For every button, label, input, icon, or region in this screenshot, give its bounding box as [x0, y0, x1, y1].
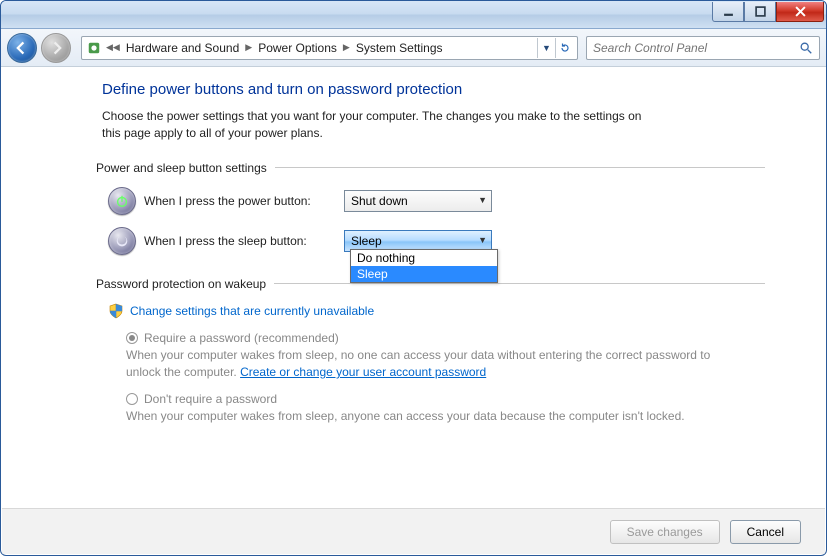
- power-icon: [108, 187, 136, 215]
- chevron-down-icon: ▼: [478, 235, 487, 245]
- power-button-select[interactable]: Shut down ▼: [344, 190, 492, 212]
- maximize-button[interactable]: [744, 2, 776, 22]
- sleep-button-row: When I press the sleep button: Sleep ▼ D…: [108, 227, 765, 255]
- dont-require-password-option: Don't require a password When your compu…: [126, 392, 716, 425]
- require-password-label: Require a password (recommended): [144, 331, 339, 345]
- breadcrumb-system-settings[interactable]: System Settings: [354, 39, 445, 57]
- shield-icon: [108, 303, 124, 319]
- window-control-buttons: [712, 2, 824, 28]
- chevron-down-icon: ▼: [478, 195, 487, 205]
- forward-button[interactable]: [41, 33, 71, 63]
- back-button[interactable]: [7, 33, 37, 63]
- cancel-button[interactable]: Cancel: [730, 520, 801, 544]
- section-title: Password protection on wakeup: [96, 277, 266, 291]
- breadcrumb-chevron-icon: ▶: [243, 42, 254, 53]
- search-icon: [799, 41, 813, 55]
- search-input[interactable]: [593, 41, 799, 55]
- dont-require-password-body: When your computer wakes from sleep, any…: [126, 408, 716, 425]
- require-password-radio[interactable]: [126, 332, 138, 344]
- window-frame: ◀◀ Hardware and Sound ▶ Power Options ▶ …: [0, 0, 827, 556]
- search-box[interactable]: [586, 36, 820, 60]
- address-bar[interactable]: ◀◀ Hardware and Sound ▶ Power Options ▶ …: [81, 36, 578, 60]
- power-button-value: Shut down: [351, 194, 408, 208]
- power-button-label: When I press the power button:: [144, 194, 336, 208]
- address-dropdown-button[interactable]: ▼: [537, 38, 555, 58]
- dropdown-option-sleep[interactable]: Sleep: [351, 266, 497, 282]
- navigation-bar: ◀◀ Hardware and Sound ▶ Power Options ▶ …: [1, 29, 826, 67]
- breadcrumb-power-options[interactable]: Power Options: [256, 39, 339, 57]
- breadcrumb-chevron-icon: ◀◀: [104, 42, 122, 53]
- breadcrumb-chevron-icon: ▶: [341, 42, 352, 53]
- content-area: Define power buttons and turn on passwor…: [2, 67, 825, 554]
- power-button-row: When I press the power button: Shut down…: [108, 187, 765, 215]
- page-description: Choose the power settings that you want …: [102, 108, 662, 143]
- divider: [275, 167, 765, 168]
- refresh-button[interactable]: [555, 38, 573, 58]
- save-changes-button[interactable]: Save changes: [610, 520, 720, 544]
- minimize-button[interactable]: [712, 2, 744, 22]
- breadcrumb-hardware[interactable]: Hardware and Sound: [124, 39, 241, 57]
- sleep-icon: [108, 227, 136, 255]
- section-title: Power and sleep button settings: [96, 161, 267, 175]
- require-password-option: Require a password (recommended) When yo…: [126, 331, 716, 382]
- sleep-button-label: When I press the sleep button:: [144, 234, 336, 248]
- sleep-button-dropdown[interactable]: Do nothing Sleep: [350, 249, 498, 283]
- sleep-button-value: Sleep: [351, 234, 382, 248]
- page-title: Define power buttons and turn on passwor…: [102, 81, 765, 98]
- dropdown-option-do-nothing[interactable]: Do nothing: [351, 250, 497, 266]
- section-power-sleep-buttons: Power and sleep button settings: [96, 161, 765, 175]
- change-settings-row: Change settings that are currently unava…: [108, 303, 765, 319]
- close-button[interactable]: [776, 2, 824, 22]
- create-password-link[interactable]: Create or change your user account passw…: [240, 365, 486, 379]
- dont-require-password-radio[interactable]: [126, 393, 138, 405]
- dont-require-password-label: Don't require a password: [144, 392, 277, 406]
- change-settings-link[interactable]: Change settings that are currently unava…: [130, 304, 374, 318]
- titlebar: [1, 1, 826, 29]
- divider: [274, 283, 765, 284]
- control-panel-icon: [86, 40, 102, 56]
- footer-bar: Save changes Cancel: [2, 508, 825, 554]
